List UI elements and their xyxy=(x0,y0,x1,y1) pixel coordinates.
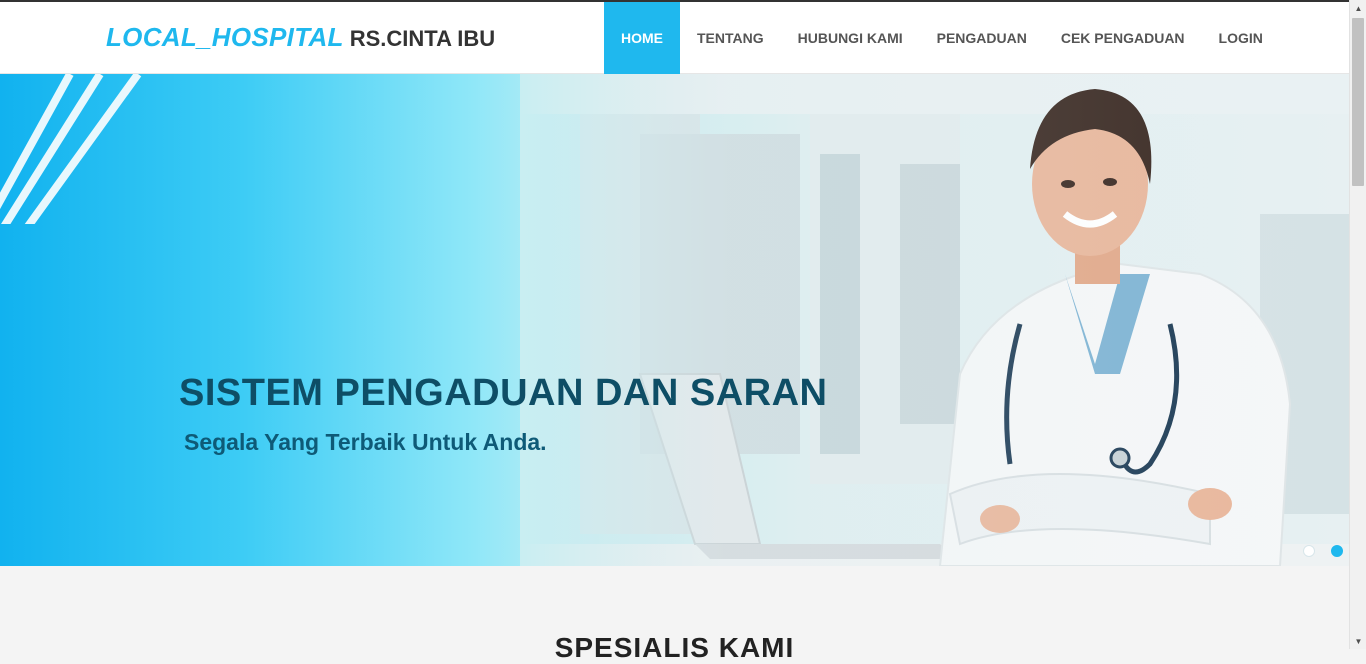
scroll-up-arrow-icon[interactable]: ▲ xyxy=(1350,0,1366,16)
nav-item-login[interactable]: LOGIN xyxy=(1202,2,1280,74)
decorative-stripes xyxy=(0,74,142,224)
brand-logo[interactable]: LOCAL_HOSPITAL RS.CINTA IBU xyxy=(106,22,495,56)
nav-item-hubungi-kami[interactable]: HUBUNGI KAMI xyxy=(781,2,920,74)
hero-slider: SISTEM PENGADUAN DAN SARAN Segala Yang T… xyxy=(0,74,1349,566)
main-nav: HOME TENTANG HUBUNGI KAMI PENGADUAN CEK … xyxy=(604,2,1280,74)
doctor-hero-image xyxy=(520,74,1349,566)
nav-item-pengaduan[interactable]: PENGADUAN xyxy=(920,2,1044,74)
hero-title: SISTEM PENGADUAN DAN SARAN xyxy=(179,372,828,414)
nav-item-cek-pengaduan[interactable]: CEK PENGADUAN xyxy=(1044,2,1202,74)
brand-name-text: RS.CINTA IBU xyxy=(349,26,496,51)
nav-item-home[interactable]: HOME xyxy=(604,2,680,74)
navbar: LOCAL_HOSPITAL RS.CINTA IBU HOME TENTANG… xyxy=(0,2,1349,74)
slider-dots xyxy=(1303,545,1343,557)
brand-accent-text: LOCAL_HOSPITAL xyxy=(106,22,344,52)
hero-subtitle: Segala Yang Terbaik Untuk Anda. xyxy=(184,429,547,455)
nav-item-tentang[interactable]: TENTANG xyxy=(680,2,781,74)
slider-dot-2[interactable] xyxy=(1331,545,1343,557)
scroll-down-arrow-icon[interactable]: ▼ xyxy=(1350,633,1366,649)
page-scrollbar[interactable]: ▲ ▼ xyxy=(1349,0,1366,649)
scroll-thumb[interactable] xyxy=(1352,18,1364,186)
slider-dot-1[interactable] xyxy=(1303,545,1315,557)
section-title-spesialis: SPESIALIS KAMI xyxy=(554,632,795,663)
